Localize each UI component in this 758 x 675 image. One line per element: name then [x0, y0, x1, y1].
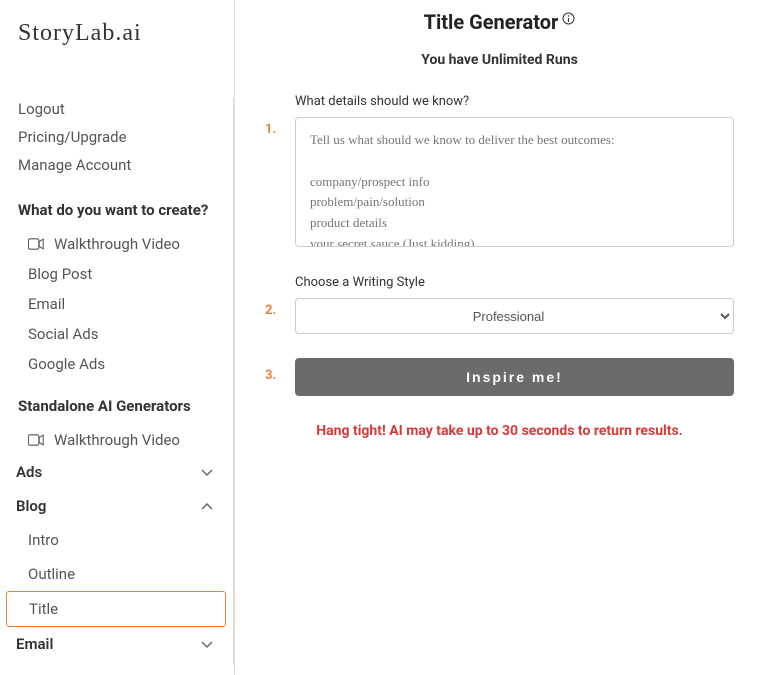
chevron-up-icon	[200, 499, 214, 513]
style-select[interactable]: Professional	[295, 298, 734, 334]
create-google-ads[interactable]: Google Ads	[18, 349, 234, 379]
create-blog-post[interactable]: Blog Post	[18, 259, 234, 289]
nav-manage-account[interactable]: Manage Account	[18, 151, 234, 179]
page-title: Title Generator	[424, 10, 559, 34]
walkthrough-label: Walkthrough Video	[54, 431, 180, 449]
section-generators-title: Standalone AI Generators	[18, 397, 234, 415]
wait-text: Hang tight! AI may take up to 30 seconds…	[265, 420, 734, 442]
step-number-2: 2.	[265, 275, 295, 334]
walkthrough-generators[interactable]: Walkthrough Video	[18, 425, 234, 455]
step-number-1: 1.	[265, 94, 295, 251]
inspire-button[interactable]: Inspire me!	[295, 358, 734, 396]
walkthrough-create[interactable]: Walkthrough Video	[18, 229, 234, 259]
accordion-email[interactable]: Email	[16, 627, 234, 661]
chevron-down-icon	[200, 465, 214, 479]
details-label: What details should we know?	[295, 94, 734, 109]
logo: StoryLab.ai	[18, 20, 234, 47]
accordion-label: Ads	[16, 463, 42, 481]
section-create-title: What do you want to create?	[18, 201, 234, 219]
nav-logout[interactable]: Logout	[18, 95, 234, 123]
info-icon[interactable]	[562, 10, 575, 23]
create-social-ads[interactable]: Social Ads	[18, 319, 234, 349]
step-number-3: 3.	[265, 358, 295, 396]
walkthrough-label: Walkthrough Video	[54, 235, 180, 253]
details-input[interactable]	[295, 117, 734, 247]
runs-text: You have Unlimited Runs	[265, 52, 734, 68]
video-icon	[28, 434, 44, 446]
blog-intro[interactable]: Intro	[18, 523, 234, 557]
blog-title[interactable]: Title	[6, 591, 226, 627]
chevron-down-icon	[200, 637, 214, 651]
style-label: Choose a Writing Style	[295, 275, 734, 290]
accordion-label: Blog	[16, 497, 46, 515]
accordion-label: Email	[16, 635, 53, 653]
blog-outline[interactable]: Outline	[18, 557, 234, 591]
accordion-blog[interactable]: Blog	[16, 489, 234, 523]
nav-pricing[interactable]: Pricing/Upgrade	[18, 123, 234, 151]
video-icon	[28, 238, 44, 250]
create-email[interactable]: Email	[18, 289, 234, 319]
accordion-ads[interactable]: Ads	[16, 455, 234, 489]
